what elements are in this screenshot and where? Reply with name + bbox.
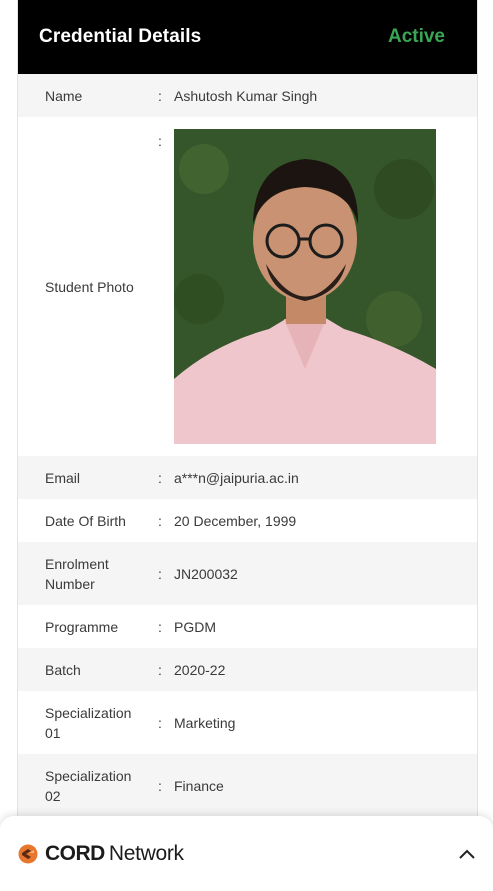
student-photo [174,129,436,444]
field-value: 2020-22 [174,661,226,678]
field-row-programme: Programme : PGDM [18,605,477,648]
field-label: Programme [45,618,119,635]
cord-network-logo-icon [18,844,38,863]
cord-network-brand: CORD Network [18,842,184,866]
field-label: Specialization 02 [45,767,132,804]
field-label: Name [45,87,83,104]
chevron-up-icon[interactable] [457,844,477,864]
field-separator: : [158,777,162,794]
field-label: Enrolment Number [45,555,109,592]
credential-header: Credential Details Active [18,0,477,74]
field-value: Ashutosh Kumar Singh [174,87,318,104]
field-row-student-photo: Student Photo : [18,117,477,456]
field-value: JN200032 [174,565,238,582]
field-label: Date Of Birth [45,512,126,529]
field-row-specialization-02: Specialization 02 : Finance [18,754,477,817]
student-photo-image [174,129,436,444]
field-row-enrolment-number: Enrolment Number : JN200032 [18,542,477,605]
brand-name-light: Network [108,841,184,865]
field-row-name: Name : Ashutosh Kumar Singh [18,74,477,117]
field-separator: : [158,565,162,582]
field-separator: : [158,618,162,635]
status-badge: Active [387,26,445,47]
field-separator: : [158,469,162,486]
brand-name-bold: CORD [45,841,105,865]
field-separator: : [158,512,162,529]
field-value: Marketing [174,714,236,731]
field-value: a***n@jaipuria.ac.in [174,469,299,486]
page-title: Credential Details [39,26,202,47]
field-row-date-of-birth: Date Of Birth : 20 December, 1999 [18,499,477,542]
credential-card: Credential Details Active Name : Ashutos… [17,0,478,891]
field-value: PGDM [174,618,216,635]
field-label: Email [45,469,81,486]
field-separator: : [158,714,162,731]
bottom-sheet-footer[interactable]: CORD Network [0,816,493,891]
field-label: Specialization 01 [45,704,132,741]
field-row-specialization-01: Specialization 01 : Marketing [18,691,477,754]
field-separator: : [158,133,162,149]
field-separator: : [158,87,162,104]
field-value: Finance [174,777,224,794]
field-label: Batch [45,661,81,678]
field-row-batch: Batch : 2020-22 [18,648,477,691]
field-row-email: Email : a***n@jaipuria.ac.in [18,456,477,499]
field-value: 20 December, 1999 [174,512,297,529]
field-label: Student Photo [45,278,134,295]
field-separator: : [158,661,162,678]
